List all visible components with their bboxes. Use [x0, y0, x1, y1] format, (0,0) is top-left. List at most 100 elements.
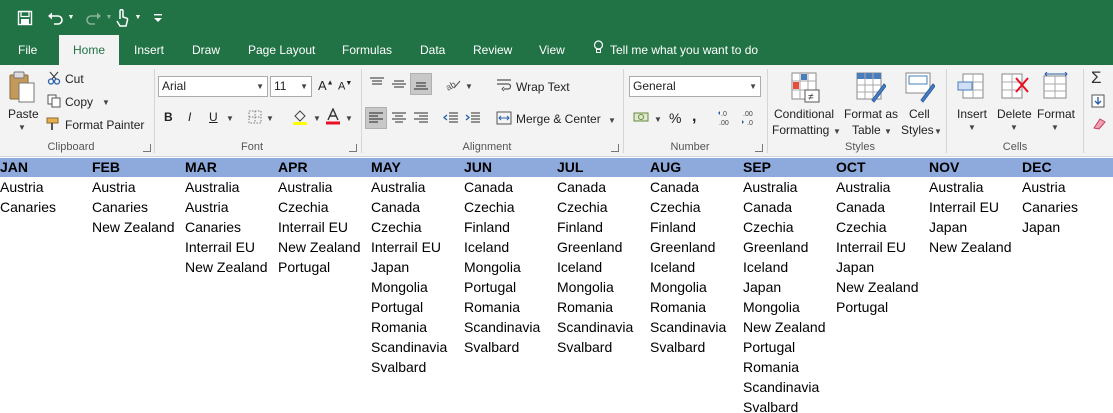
destination-cell[interactable]: Czechia	[371, 217, 447, 237]
italic-button[interactable]: I	[188, 110, 191, 124]
destination-cell[interactable]: Australia	[743, 177, 826, 197]
destination-cell[interactable]: Japan	[1022, 217, 1078, 237]
format-cells-icon[interactable]	[1042, 72, 1070, 102]
format-cells-button[interactable]: Format	[1037, 107, 1075, 121]
destination-cell[interactable]: New Zealand	[836, 277, 919, 297]
wrap-text-icon[interactable]	[496, 78, 512, 92]
fill-color-icon[interactable]	[292, 109, 308, 125]
delete-cells-icon[interactable]	[1000, 72, 1030, 102]
destination-cell[interactable]: Romania	[464, 297, 540, 317]
destination-cell[interactable]: Svalbard	[464, 337, 540, 357]
clipboard-launcher-icon[interactable]	[143, 144, 151, 152]
month-header-cell[interactable]: APR	[278, 158, 361, 177]
destination-cell[interactable]: Romania	[557, 297, 633, 317]
destination-cell[interactable]: Greenland	[650, 237, 726, 257]
month-header-cell[interactable]: MAR	[185, 158, 268, 177]
cut-icon[interactable]	[47, 71, 61, 85]
fill-icon[interactable]	[1091, 94, 1105, 108]
destination-cell[interactable]: Czechia	[464, 197, 540, 217]
underline-button[interactable]: U	[209, 110, 218, 124]
destination-cell[interactable]: Australia	[929, 177, 1012, 197]
font-size-dropdown-icon[interactable]: ▼	[300, 77, 308, 96]
destination-cell[interactable]: Scandinavia	[650, 317, 726, 337]
destination-cell[interactable]: Japan	[836, 257, 919, 277]
touch-dropdown-icon[interactable]: ▼	[133, 0, 143, 35]
paste-dropdown-icon[interactable]: ▼	[18, 123, 26, 132]
destination-cell[interactable]: Canada	[371, 197, 447, 217]
destination-cell[interactable]: Interrail EU	[371, 237, 447, 257]
format-painter-button[interactable]: Format Painter	[65, 118, 144, 132]
destination-cell[interactable]: Japan	[929, 217, 1012, 237]
increase-indent-icon[interactable]	[465, 111, 481, 125]
destination-cell[interactable]: Finland	[650, 217, 726, 237]
align-right-icon[interactable]	[413, 111, 429, 125]
month-header-cell[interactable]: NOV	[929, 158, 1012, 177]
destination-cell[interactable]: Czechia	[557, 197, 633, 217]
destination-cell[interactable]: Canada	[650, 177, 726, 197]
destination-cell[interactable]: Interrail EU	[929, 197, 1012, 217]
destination-cell[interactable]: Finland	[557, 217, 633, 237]
font-color-icon[interactable]	[325, 108, 341, 125]
tab-home[interactable]: Home	[59, 35, 119, 65]
accounting-format-icon[interactable]	[633, 110, 651, 124]
conditional-formatting-dropdown-icon[interactable]: ▼	[833, 127, 841, 136]
align-center-icon[interactable]	[391, 111, 407, 125]
underline-dropdown-icon[interactable]: ▼	[226, 114, 234, 123]
decrease-indent-icon[interactable]	[443, 111, 459, 125]
destination-cell[interactable]: Portugal	[464, 277, 540, 297]
destination-cell[interactable]: Iceland	[464, 237, 540, 257]
destination-cell[interactable]: Scandinavia	[557, 317, 633, 337]
autosum-icon[interactable]: Σ	[1091, 68, 1102, 88]
destination-cell[interactable]: New Zealand	[929, 237, 1012, 257]
number-format-dropdown-icon[interactable]: ▼	[749, 77, 757, 96]
destination-cell[interactable]: Greenland	[743, 237, 826, 257]
destination-cell[interactable]: Canada	[464, 177, 540, 197]
increase-font-icon[interactable]: A▲	[318, 78, 334, 93]
destination-cell[interactable]: Australia	[836, 177, 919, 197]
tab-formulas[interactable]: Formulas	[342, 35, 392, 65]
redo-icon[interactable]	[80, 0, 106, 35]
format-painter-icon[interactable]	[46, 117, 62, 131]
number-format-combo[interactable]: General ▼	[629, 76, 761, 97]
destination-cell[interactable]: Svalbard	[371, 357, 447, 377]
destination-cell[interactable]: New Zealand	[743, 317, 826, 337]
orientation-dropdown-icon[interactable]: ▼	[465, 82, 473, 91]
format-as-table-line1[interactable]: Format as	[844, 107, 898, 121]
cell-styles-line1[interactable]: Cell	[909, 107, 930, 121]
tab-data[interactable]: Data	[420, 35, 445, 65]
copy-dropdown-icon[interactable]: ▼	[102, 98, 110, 107]
insert-cells-dropdown-icon[interactable]: ▼	[968, 123, 976, 132]
month-header-cell[interactable]: OCT	[836, 158, 919, 177]
merge-center-icon[interactable]	[496, 111, 512, 125]
destination-cell[interactable]: Portugal	[371, 297, 447, 317]
destination-cell[interactable]: Portugal	[278, 257, 361, 277]
destination-cell[interactable]: Scandinavia	[464, 317, 540, 337]
paste-icon[interactable]	[8, 71, 36, 105]
destination-cell[interactable]: Canada	[836, 197, 919, 217]
number-launcher-icon[interactable]	[755, 144, 763, 152]
destination-cell[interactable]: Austria	[92, 177, 175, 197]
destination-cell[interactable]: Iceland	[557, 257, 633, 277]
decrease-decimal-icon[interactable]: .00.0	[741, 109, 761, 127]
destination-cell[interactable]: Austria	[1022, 177, 1078, 197]
tab-review[interactable]: Review	[473, 35, 512, 65]
destination-cell[interactable]: Iceland	[743, 257, 826, 277]
destination-cell[interactable]: Romania	[371, 317, 447, 337]
middle-align-icon[interactable]	[391, 77, 407, 91]
customize-qat-icon[interactable]	[150, 0, 166, 35]
destination-cell[interactable]: New Zealand	[278, 237, 361, 257]
destination-cell[interactable]: Canada	[557, 177, 633, 197]
fill-color-dropdown-icon[interactable]: ▼	[313, 114, 321, 123]
cell-styles-line2[interactable]: Styles	[901, 123, 934, 137]
borders-dropdown-icon[interactable]: ▼	[266, 114, 274, 123]
month-header-cell[interactable]: AUG	[650, 158, 726, 177]
merge-center-dropdown-icon[interactable]: ▼	[608, 116, 616, 125]
format-as-table-icon[interactable]	[856, 72, 886, 104]
destination-cell[interactable]: Portugal	[743, 337, 826, 357]
destination-cell[interactable]: New Zealand	[92, 217, 175, 237]
month-header-cell[interactable]: JAN	[0, 158, 56, 177]
copy-icon[interactable]	[47, 94, 61, 108]
decrease-font-icon[interactable]: A▼	[338, 80, 352, 93]
font-name-dropdown-icon[interactable]: ▼	[256, 77, 264, 96]
merge-center-button[interactable]: Merge & Center	[516, 112, 601, 126]
